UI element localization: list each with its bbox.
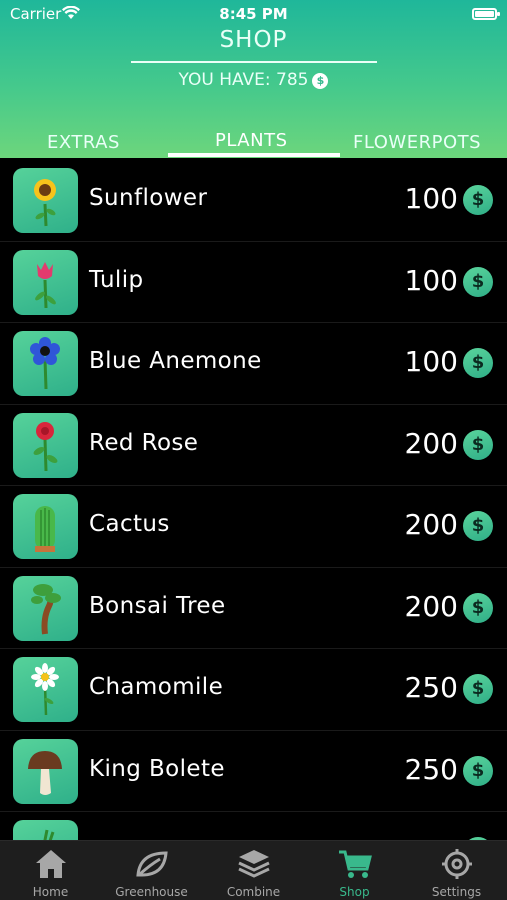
chamomile-icon xyxy=(13,657,78,722)
buy-button[interactable]: $ xyxy=(463,429,493,460)
list-item[interactable]: $ xyxy=(0,812,507,840)
shop-header: Carrier 8:45 PM SHOP YOU HAVE: 785 $ EXTR… xyxy=(0,0,507,158)
title-divider xyxy=(131,61,377,63)
tab-extras[interactable]: EXTRAS xyxy=(47,132,120,153)
item-name: Chamomile xyxy=(89,674,224,700)
item-name: Cactus xyxy=(89,511,170,537)
tabbar-label: Shop xyxy=(339,885,370,899)
tabbar-shop[interactable]: Shop xyxy=(304,841,405,900)
item-price: 100 xyxy=(404,263,458,297)
tabbar-label: Settings xyxy=(431,885,482,899)
item-price: 200 xyxy=(404,589,458,623)
status-bar: Carrier 8:45 PM xyxy=(0,4,507,24)
plant-icon xyxy=(13,820,78,840)
tabbar-label: Home xyxy=(32,885,69,899)
item-price: 100 xyxy=(404,345,458,378)
cart-icon xyxy=(339,850,372,878)
tab-plants[interactable]: PLANTS xyxy=(215,130,288,151)
red-rose-icon xyxy=(13,412,78,478)
coin-balance: YOU HAVE: 785 $ xyxy=(0,70,507,90)
item-price: 200 xyxy=(404,426,458,460)
plant-list[interactable]: Sunflower 100 $ Tulip 100 $ Blue Anemone… xyxy=(0,160,507,840)
cactus-icon xyxy=(13,494,78,559)
home-icon xyxy=(36,850,66,878)
item-name: Red Rose xyxy=(89,429,199,456)
buy-button[interactable]: $ xyxy=(463,348,493,378)
buy-button[interactable]: $ xyxy=(463,755,493,786)
list-item[interactable]: King Bolete 250 $ xyxy=(0,731,507,812)
bonsai-icon xyxy=(13,575,78,641)
balance-label: YOU HAVE: 785 xyxy=(178,70,309,90)
tabbar-label: Combine xyxy=(226,885,281,899)
list-item[interactable]: Cactus 200 $ xyxy=(0,486,507,568)
clock: 8:45 PM xyxy=(219,5,288,23)
item-name: Blue Anemone xyxy=(89,348,262,374)
blue-anemone-icon xyxy=(13,331,78,396)
tulip-icon xyxy=(13,249,78,315)
bottom-tab-bar: Home Greenhouse Combine Shop Settings xyxy=(0,840,507,900)
item-name: Bonsai Tree xyxy=(89,592,226,619)
buy-button[interactable]: $ xyxy=(463,266,493,297)
buy-button[interactable]: $ xyxy=(463,674,493,704)
tabbar-combine[interactable]: Combine xyxy=(203,841,304,900)
tabbar-settings[interactable]: Settings xyxy=(406,841,507,900)
buy-button[interactable]: $ xyxy=(463,592,493,623)
buy-button[interactable]: $ xyxy=(463,511,493,541)
leaf-icon xyxy=(136,851,168,877)
item-price: 250 xyxy=(404,752,458,786)
tabbar-label: Greenhouse xyxy=(115,885,188,899)
list-item[interactable]: Blue Anemone 100 $ xyxy=(0,323,507,405)
item-name: King Bolete xyxy=(89,755,225,782)
layers-icon xyxy=(238,850,270,878)
sunflower-icon xyxy=(13,168,78,233)
mushroom-icon xyxy=(13,738,78,804)
coin-icon: $ xyxy=(312,73,329,89)
item-price: 100 xyxy=(404,182,458,215)
active-tab-indicator xyxy=(168,153,340,157)
item-price: 200 xyxy=(404,508,458,541)
list-item[interactable]: Chamomile 250 $ xyxy=(0,649,507,731)
category-tabs: EXTRAS PLANTS FLOWERPOTS xyxy=(0,128,507,158)
item-name: Tulip xyxy=(89,266,144,293)
tab-flowerpots[interactable]: FLOWERPOTS xyxy=(353,132,481,153)
list-item[interactable]: Tulip 100 $ xyxy=(0,242,507,323)
battery-icon xyxy=(472,8,500,20)
list-item[interactable]: Bonsai Tree 200 $ xyxy=(0,568,507,649)
gear-icon xyxy=(442,849,472,879)
page-title: SHOP xyxy=(219,27,288,53)
item-price: 250 xyxy=(404,671,458,704)
buy-button[interactable]: $ xyxy=(463,185,493,215)
list-item[interactable]: Red Rose 200 $ xyxy=(0,405,507,486)
item-name: Sunflower xyxy=(89,185,208,211)
tabbar-home[interactable]: Home xyxy=(0,841,101,900)
tabbar-greenhouse[interactable]: Greenhouse xyxy=(101,841,202,900)
list-item[interactable]: Sunflower 100 $ xyxy=(0,160,507,242)
